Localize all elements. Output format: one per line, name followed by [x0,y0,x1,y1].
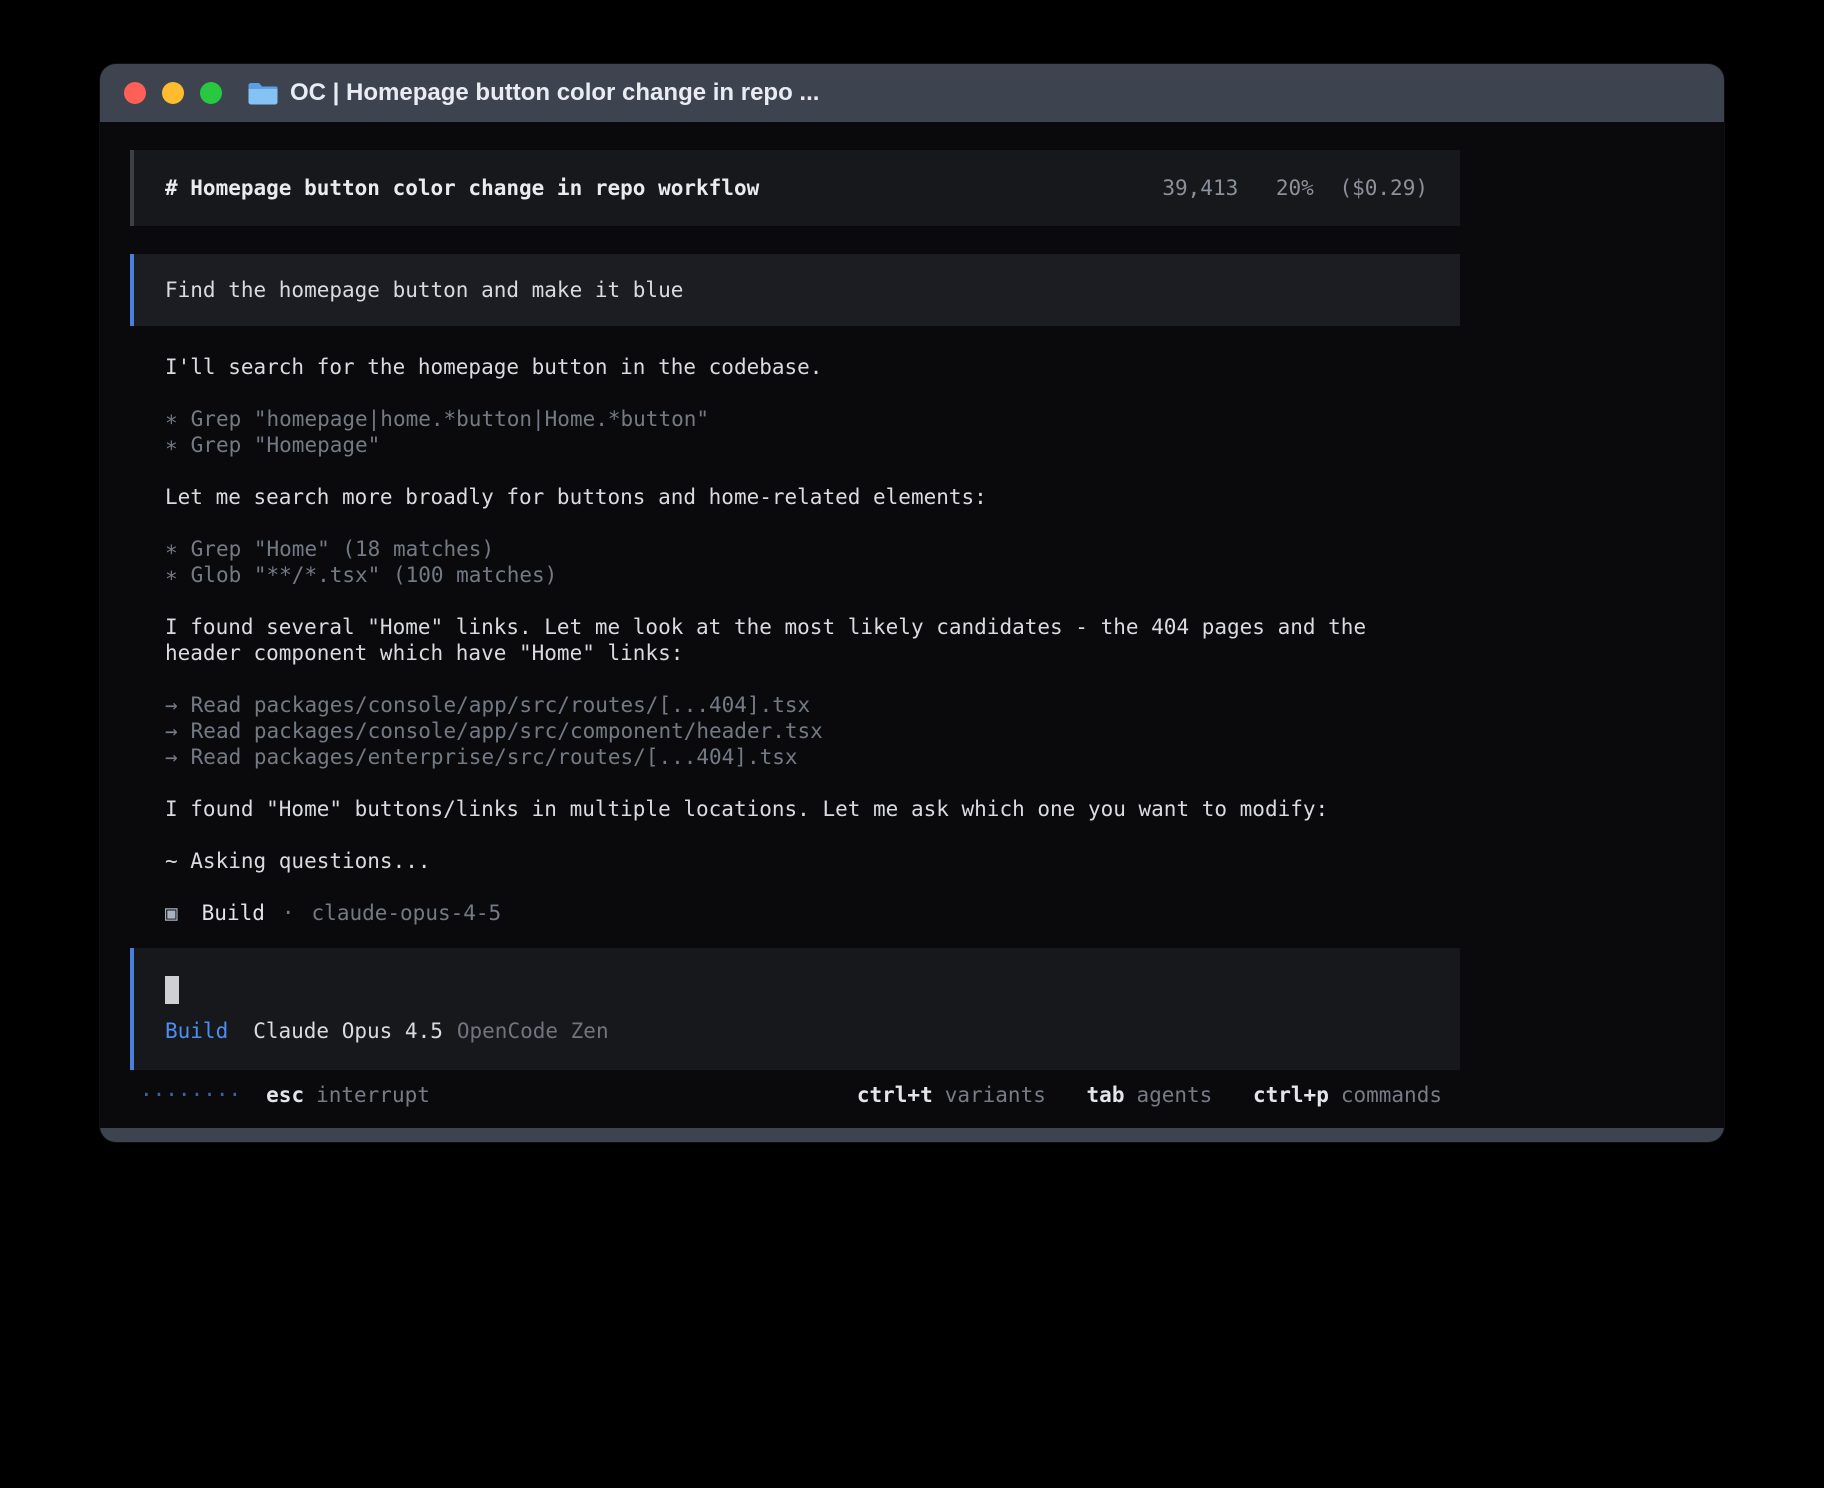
user-message-text: Find the homepage button and make it blu… [165,278,683,302]
text-cursor [165,976,179,1004]
shortcut-key: ctrl+t [857,1083,933,1107]
input-line[interactable] [165,976,1428,1004]
tool-call-line: → Read packages/console/app/src/routes/[.… [165,692,1425,718]
window-title: OC | Homepage button color change in rep… [290,79,819,107]
agent-model: claude-opus-4-5 [312,901,502,925]
tool-call-line: ∗ Grep "Home" (18 matches) [165,536,1425,562]
user-message: Find the homepage button and make it blu… [130,254,1460,326]
provider-label: OpenCode Zen [457,1019,609,1043]
folder-icon [248,81,278,105]
grep-tool-icon: ∗ [165,406,178,432]
close-button[interactable] [124,82,146,104]
shortcut-label: agents [1136,1083,1212,1107]
terminal-window: OC | Homepage button color change in rep… [100,64,1724,1142]
agent-line: ▣ Build · claude-opus-4-5 [130,900,1460,926]
assistant-paragraph: Let me search more broadly for buttons a… [130,484,1460,510]
session-title: # Homepage button color change in repo w… [165,175,759,201]
model-name-label: Claude Opus 4.5 [253,1019,443,1043]
grep-tool-icon: ∗ [165,432,178,458]
tui-column: # Homepage button color change in repo w… [130,150,1460,1108]
shortcut-variants: ctrl+t variants [857,1082,1046,1108]
agent-icon: ▣ [165,901,178,925]
assistant-paragraph: I'll search for the homepage button in t… [130,354,1460,380]
tool-call-line: ∗ Glob "**/*.tsx" (100 matches) [165,562,1425,588]
session-cost: ($0.29) [1339,176,1428,200]
spinner-dots-icon: ········ [140,1083,241,1107]
tool-call-group: ∗ Grep "homepage|home.*button|Home.*butto… [130,406,1460,458]
tool-call-text: Grep "homepage|home.*button|Home.*button… [191,407,709,431]
zoom-button[interactable] [200,82,222,104]
token-count: 39,413 [1162,176,1238,200]
tool-call-text: Read packages/enterprise/src/routes/[...… [191,745,798,769]
status-bar-right: ctrl+t variants tab agents ctrl+p commands [857,1082,1442,1108]
assistant-paragraph: I found "Home" buttons/links in multiple… [130,796,1460,822]
model-row: Build Claude Opus 4.5 OpenCode Zen [165,1018,1428,1044]
tool-call-text: Grep "Homepage" [191,433,381,457]
session-header: # Homepage button color change in repo w… [130,150,1460,226]
shortcut-label: variants [945,1083,1046,1107]
tool-call-line: ∗ Grep "Homepage" [165,432,1425,458]
tool-call-line: → Read packages/enterprise/src/routes/[..… [165,744,1425,770]
tool-call-text: Glob "**/*.tsx" (100 matches) [191,563,558,587]
session-stats: 39,413 20% ($0.29) [1162,175,1428,201]
tool-call-text: Read packages/console/app/src/component/… [191,719,823,743]
shortcut-label: commands [1341,1083,1442,1107]
shortcut-key: ctrl+p [1253,1083,1329,1107]
esc-key-label: interrupt [316,1083,430,1107]
status-bar-left: ········ esc interrupt [140,1082,430,1108]
separator-dot: · [282,901,295,925]
tool-call-group: → Read packages/console/app/src/routes/[.… [130,692,1460,770]
esc-key-hint: esc [266,1083,304,1107]
tool-call-text: Grep "Home" (18 matches) [191,537,494,561]
arrow-icon: → [165,718,178,744]
minimize-button[interactable] [162,82,184,104]
shortcut-commands: ctrl+p commands [1253,1082,1442,1108]
status-line: ~ Asking questions... [130,848,1460,874]
window-controls [124,82,222,104]
tool-call-group: ∗ Grep "Home" (18 matches) ∗ Glob "**/*.ts… [130,536,1460,588]
arrow-icon: → [165,744,178,770]
tool-call-line: → Read packages/console/app/src/component… [165,718,1425,744]
context-percentage: 20% [1276,176,1314,200]
glob-tool-icon: ∗ [165,562,178,588]
grep-tool-icon: ∗ [165,536,178,562]
shortcut-agents: tab agents [1087,1082,1213,1108]
assistant-paragraph: I found several "Home" links. Let me loo… [130,614,1460,666]
agent-name: Build [202,901,265,925]
terminal-content[interactable]: # Homepage button color change in repo w… [100,122,1724,1128]
arrow-icon: → [165,692,178,718]
shortcut-key: tab [1087,1083,1125,1107]
tool-call-line: ∗ Grep "homepage|home.*button|Home.*butto… [165,406,1425,432]
agent-mode-label: Build [165,1019,228,1043]
tool-call-text: Read packages/console/app/src/routes/[..… [191,693,811,717]
prompt-input[interactable]: Build Claude Opus 4.5 OpenCode Zen [130,948,1460,1070]
window-titlebar: OC | Homepage button color change in rep… [100,64,1724,122]
status-bar: ········ esc interrupt ctrl+t variants taba… [130,1082,1460,1108]
